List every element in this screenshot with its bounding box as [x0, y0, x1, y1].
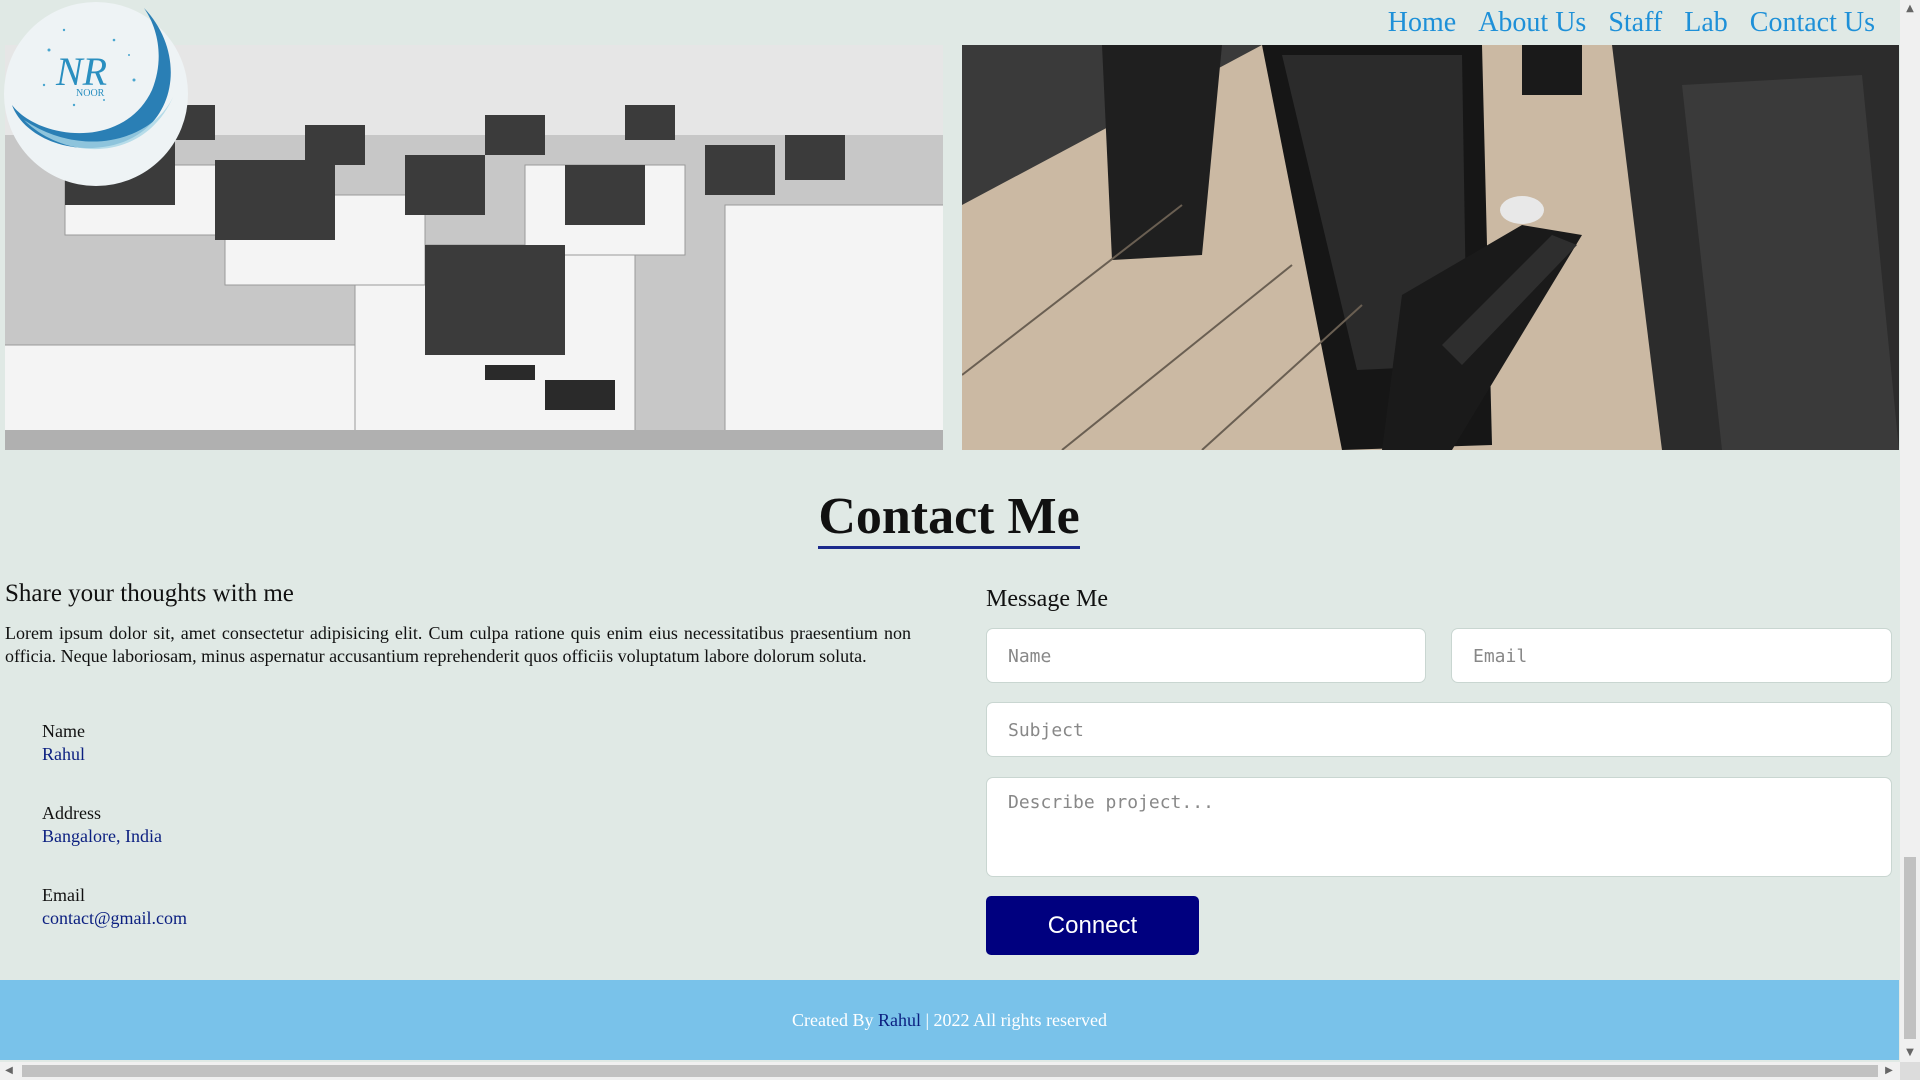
info-name-label: Name [42, 721, 85, 741]
scroll-up-icon[interactable]: ▲ [1900, 0, 1920, 18]
info-email-value: contact@gmail.com [42, 908, 188, 928]
info-email-label: Email [42, 885, 85, 905]
info-name-value: Rahul [42, 744, 85, 764]
name-field [986, 628, 1426, 684]
contact-title: Contact Me [818, 488, 1080, 549]
footer-prefix: Created By [791, 1009, 878, 1030]
info-address-label: Address [42, 803, 101, 823]
nav-staff[interactable]: Staff [1608, 6, 1662, 40]
lab-photo-desk [962, 45, 1899, 450]
vertical-scrollbar[interactable]: ▲ ▼ [1900, 0, 1920, 1062]
info-address-value: Bangalore, India [42, 826, 162, 846]
subject-input[interactable] [1006, 703, 1876, 758]
site-logo[interactable]: NR NOOR [4, 0, 189, 188]
project-textarea[interactable] [1006, 778, 1872, 876]
footer-suffix: | 2022 All rights reserved [920, 1009, 1108, 1030]
scroll-left-icon[interactable]: ◀ [0, 1062, 18, 1080]
subject-field [986, 702, 1892, 758]
horizontal-scroll-thumb[interactable] [22, 1065, 1878, 1077]
logo-subtext: NOOR [76, 88, 105, 99]
nav-contact-us[interactable]: Contact Us [1750, 6, 1875, 40]
connect-button[interactable]: Connect [986, 896, 1199, 955]
horizontal-scrollbar[interactable]: ◀ ▶ [0, 1062, 1900, 1080]
vertical-scroll-thumb[interactable] [1904, 857, 1916, 1039]
scroll-right-icon[interactable]: ▶ [1880, 1062, 1898, 1080]
project-field [986, 777, 1892, 877]
nav-about-us[interactable]: About Us [1478, 6, 1586, 40]
email-input[interactable] [1471, 629, 1876, 684]
share-heading: Share your thoughts with me [5, 580, 294, 607]
message-heading: Message Me [986, 586, 1108, 612]
scrollbar-corner [1900, 1062, 1920, 1080]
nav-lab[interactable]: Lab [1684, 6, 1728, 40]
info-name: Name Rahul [42, 720, 85, 766]
info-address: Address Bangalore, India [42, 802, 162, 848]
nav-home[interactable]: Home [1388, 6, 1456, 40]
scroll-down-icon[interactable]: ▼ [1900, 1044, 1920, 1062]
contact-section-heading: Contact Me [0, 488, 1898, 549]
name-input[interactable] [1006, 629, 1410, 684]
top-nav: Home About Us Staff Lab Contact Us [1388, 6, 1875, 40]
info-email: Email contact@gmail.com [42, 884, 187, 930]
email-field [1451, 628, 1892, 684]
footer-author-link[interactable]: Rahul [878, 1010, 921, 1031]
contact-description: Lorem ipsum dolor sit, amet consectetur … [5, 623, 911, 666]
footer: Created By Rahul | 2022 All rights reser… [0, 980, 1899, 1060]
